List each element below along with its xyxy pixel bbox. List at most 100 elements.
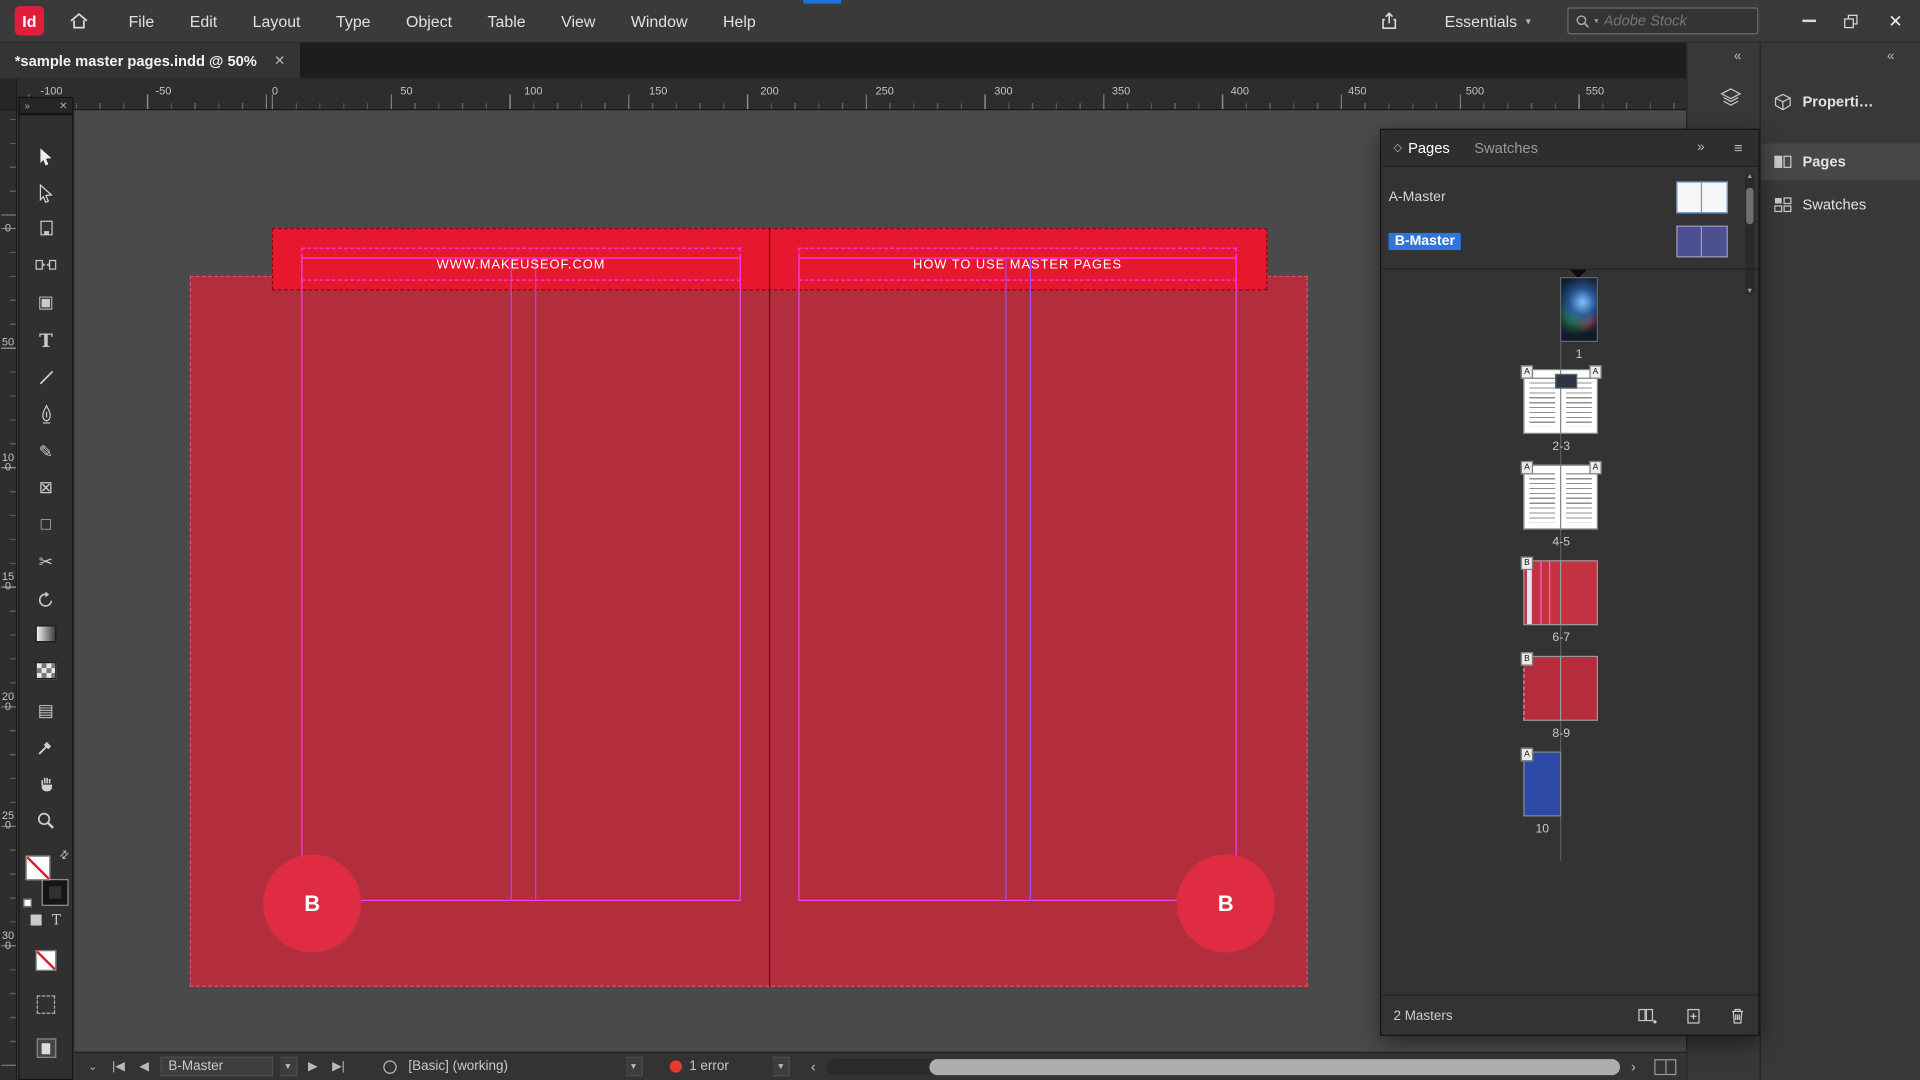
panel-menu-icon[interactable]: ≡: [1734, 140, 1743, 157]
screen-mode-button[interactable]: [20, 988, 73, 1020]
page-dropdown-icon[interactable]: ▼: [280, 1057, 297, 1077]
formatting-controls: T: [20, 915, 73, 926]
new-page-icon[interactable]: [1685, 1006, 1702, 1024]
share-icon[interactable]: [1380, 11, 1398, 31]
scroll-left-icon[interactable]: ‹: [807, 1058, 819, 1075]
layers-icon[interactable]: [1719, 87, 1742, 108]
page-number-circle-right[interactable]: B: [1177, 854, 1275, 952]
margin-guide-left-page: [301, 257, 741, 901]
menu-table[interactable]: Table: [488, 12, 526, 30]
preflight-icon[interactable]: [383, 1060, 396, 1073]
apply-none-button[interactable]: [20, 944, 73, 976]
master-name: A-Master: [1389, 190, 1446, 205]
first-page-button[interactable]: |◀: [108, 1060, 128, 1073]
header-text-frame-left[interactable]: WWW.MAKEUSEOF.COM: [301, 248, 741, 281]
page-number-circle-left[interactable]: B: [263, 854, 361, 952]
pen-tool[interactable]: [20, 398, 73, 430]
gradient-feather-tool[interactable]: [20, 655, 73, 687]
indesign-logo[interactable]: Id: [15, 6, 44, 35]
pencil-tool[interactable]: ✎: [20, 435, 73, 467]
gap-tool[interactable]: [20, 249, 73, 281]
dock-panel-properties[interactable]: Properti…: [1761, 83, 1920, 120]
ruler-corner[interactable]: [0, 78, 17, 110]
menu-edit[interactable]: Edit: [190, 12, 217, 30]
page-thumbnail-1[interactable]: [1560, 277, 1598, 342]
scrollbar-thumb[interactable]: [930, 1059, 1620, 1075]
selection-tool[interactable]: [20, 141, 73, 173]
menu-file[interactable]: File: [129, 12, 155, 30]
menu-type[interactable]: Type: [336, 12, 371, 30]
gradient-tool[interactable]: [20, 618, 73, 650]
formatting-text-icon[interactable]: T: [52, 915, 61, 926]
horizontal-scrollbar[interactable]: [827, 1059, 1620, 1075]
panel-expand-icon[interactable]: »: [24, 100, 29, 111]
workspace-switcher[interactable]: Essentials ▾: [1445, 12, 1531, 30]
page-tool[interactable]: [20, 212, 73, 244]
eyedropper-tool[interactable]: [20, 731, 73, 763]
menu-help[interactable]: Help: [723, 12, 756, 30]
zoom-tool[interactable]: [20, 804, 73, 836]
swap-fill-stroke-icon[interactable]: ⇄: [57, 847, 73, 863]
scroll-right-icon[interactable]: ›: [1627, 1058, 1639, 1075]
home-icon[interactable]: [69, 11, 90, 31]
scroll-up-icon[interactable]: ▲: [1746, 173, 1753, 180]
previous-page-button[interactable]: ◀: [136, 1060, 153, 1073]
tab-pages[interactable]: ◇ Pages: [1381, 129, 1462, 166]
menu-object[interactable]: Object: [406, 12, 452, 30]
collapse-panels-icon[interactable]: «: [1887, 49, 1895, 64]
line-tool[interactable]: [20, 362, 73, 394]
header-text-frame-right[interactable]: HOW TO USE MASTER PAGES: [798, 248, 1236, 281]
scrollbar-thumb[interactable]: [1746, 188, 1753, 225]
stroke-swatch[interactable]: [43, 880, 67, 905]
tab-close-icon[interactable]: ✕: [274, 53, 285, 69]
rectangle-tool[interactable]: □: [20, 508, 73, 540]
direct-selection-tool[interactable]: [20, 178, 73, 210]
master-row-b[interactable]: B-Master: [1381, 221, 1743, 263]
menu-layout[interactable]: Layout: [253, 12, 301, 30]
trash-icon[interactable]: [1729, 1006, 1746, 1024]
fit-spread-icon[interactable]: [1654, 1059, 1676, 1075]
tab-swatches[interactable]: Swatches: [1462, 129, 1550, 166]
formatting-container-icon[interactable]: [31, 915, 42, 926]
error-dropdown-icon[interactable]: ▼: [773, 1057, 790, 1077]
panel-close-icon[interactable]: ✕: [59, 100, 67, 111]
note-tool[interactable]: ▤: [20, 694, 73, 726]
frame-tool[interactable]: ⊠: [20, 471, 73, 503]
default-fill-stroke-icon[interactable]: [23, 899, 32, 908]
last-page-button[interactable]: ▶|: [328, 1060, 348, 1073]
restore-button[interactable]: [1829, 14, 1871, 27]
menu-view[interactable]: View: [561, 12, 595, 30]
new-spread-icon[interactable]: [1637, 1006, 1658, 1024]
panel-dock-wide: « Properti… Pages Swatches: [1760, 43, 1920, 1080]
type-tool[interactable]: T: [20, 325, 73, 357]
fill-swatch[interactable]: [26, 856, 50, 881]
ruler-label: -100: [40, 85, 62, 97]
preflight-dropdown-icon[interactable]: ▼: [626, 1057, 643, 1077]
page-thumbnail-8-9[interactable]: B: [1523, 656, 1599, 721]
page-thumbnail-10[interactable]: A: [1523, 751, 1561, 816]
view-options-chevron-icon[interactable]: ⌄: [84, 1060, 101, 1073]
master-row-a[interactable]: A-Master: [1381, 177, 1743, 219]
content-collector-tool[interactable]: ▣: [20, 286, 73, 318]
dock-panel-swatches[interactable]: Swatches: [1761, 186, 1920, 223]
column-guide: [511, 257, 512, 901]
normal-view-button[interactable]: [20, 1032, 73, 1064]
menu-window[interactable]: Window: [631, 12, 688, 30]
free-transform-tool[interactable]: [20, 584, 73, 616]
document-tab[interactable]: *sample master pages.indd @ 50% ✕: [0, 43, 300, 79]
stock-search-box[interactable]: ▾: [1567, 7, 1758, 34]
page-thumbnail-6-7[interactable]: B: [1523, 560, 1599, 625]
page-number-field[interactable]: B-Master: [160, 1057, 273, 1077]
next-page-button[interactable]: ▶: [304, 1060, 321, 1073]
scissors-tool[interactable]: ✂: [20, 546, 73, 578]
collapse-panels-icon[interactable]: «: [1734, 49, 1742, 64]
page-thumbnail-4-5[interactable]: A A: [1523, 465, 1599, 530]
page-thumbnail-2-3[interactable]: A A: [1523, 369, 1599, 434]
hand-tool[interactable]: [20, 766, 73, 798]
panel-collapse-icon[interactable]: »: [1697, 140, 1705, 155]
close-button[interactable]: ✕: [1871, 10, 1920, 31]
stock-search-input[interactable]: [1604, 12, 1796, 29]
ruler-label: 100: [524, 85, 542, 97]
dock-panel-pages[interactable]: Pages: [1761, 143, 1920, 180]
minimize-button[interactable]: [1788, 20, 1830, 22]
